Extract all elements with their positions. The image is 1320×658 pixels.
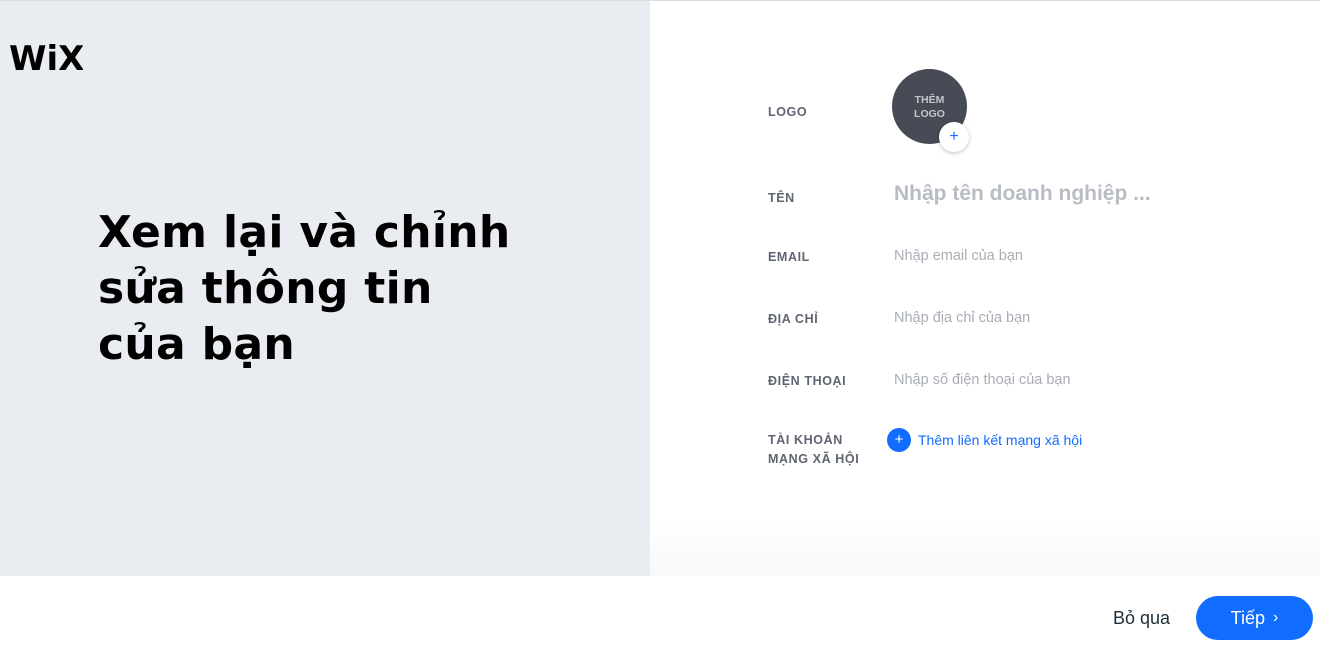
phone-label: ĐIỆN THOẠI xyxy=(768,374,847,388)
footer: Bỏ qua Tiếp › xyxy=(0,576,1320,658)
svg-text:WiX: WiX xyxy=(9,39,83,75)
business-name-input[interactable]: Nhập tên doanh nghiệp ... xyxy=(894,182,1151,206)
chevron-right-icon: › xyxy=(1273,609,1279,626)
plus-icon[interactable]: + xyxy=(939,122,969,152)
add-logo-text: THÊM LOGO xyxy=(914,93,945,120)
next-button-label: Tiếp xyxy=(1230,607,1266,628)
left-panel: WiX Xem lại và chỉnh sửa thông tin của b… xyxy=(0,1,650,576)
address-label: ĐỊA CHỈ xyxy=(768,312,819,326)
next-button[interactable]: Tiếp › xyxy=(1196,596,1313,640)
phone-input[interactable]: Nhập số điện thoại của bạn xyxy=(894,372,1071,388)
address-input[interactable]: Nhập địa chỉ của bạn xyxy=(894,310,1030,326)
name-label: TÊN xyxy=(768,191,795,205)
setup-page: WiX Xem lại và chỉnh sửa thông tin của b… xyxy=(0,0,1320,658)
plus-icon[interactable]: + xyxy=(887,428,911,452)
wix-logo: WiX xyxy=(9,39,83,75)
business-info-form: LOGO THÊM LOGO + TÊN Nhập tên doanh nghiệ… xyxy=(650,1,1320,576)
add-social-link[interactable]: Thêm liên kết mạng xã hội xyxy=(918,432,1082,448)
social-label: TÀI KHOẢN MẠNG XÃ HỘI xyxy=(768,433,860,466)
email-input[interactable]: Nhập email của bạn xyxy=(894,248,1023,264)
skip-button[interactable]: Bỏ qua xyxy=(1113,608,1170,629)
email-label: EMAIL xyxy=(768,250,810,264)
logo-label: LOGO xyxy=(768,105,808,119)
page-title: Xem lại và chỉnh sửa thông tin của bạn xyxy=(98,207,511,370)
